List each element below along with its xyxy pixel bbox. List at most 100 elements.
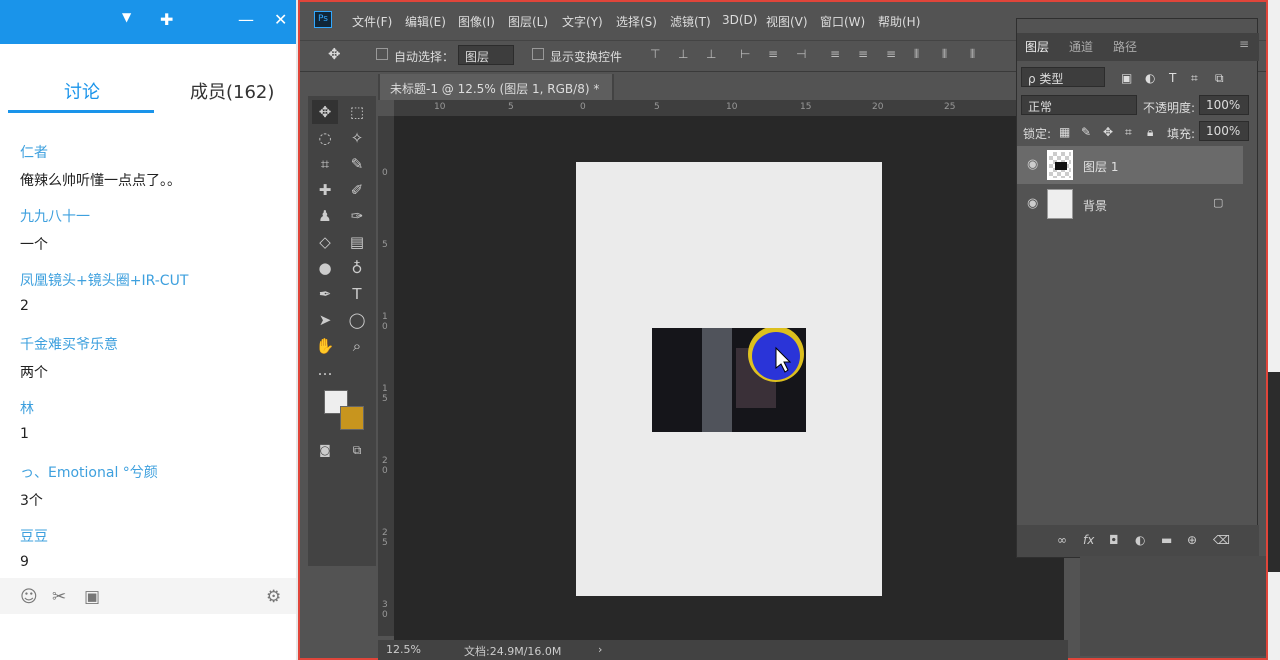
align-bottom-icon[interactable]: ⊥: [706, 47, 720, 61]
close-icon[interactable]: ✕: [274, 10, 287, 29]
auto-select-checkbox[interactable]: [376, 48, 388, 60]
marquee-icon[interactable]: ⬚: [344, 100, 370, 124]
magic-wand-icon[interactable]: ✧: [344, 126, 370, 150]
menu-filter[interactable]: 滤镜(T): [670, 13, 711, 30]
scissors-icon[interactable]: ✂: [52, 587, 66, 607]
blur-icon[interactable]: ●: [312, 256, 338, 280]
fx-icon[interactable]: fx: [1083, 533, 1094, 547]
distribute-vcenter-icon[interactable]: ≡: [858, 47, 872, 61]
lock-position-icon[interactable]: ✥: [1103, 125, 1113, 139]
crop-icon[interactable]: ⌗: [312, 152, 338, 176]
layer-row[interactable]: ◉ 图层 1: [1017, 146, 1243, 184]
brush-icon[interactable]: ✐: [344, 178, 370, 202]
chat-input-area[interactable]: [0, 614, 296, 660]
filter-type-icon[interactable]: T: [1169, 71, 1176, 85]
distribute-top-icon[interactable]: ≡: [830, 47, 844, 61]
dropdown-icon[interactable]: ▼: [122, 10, 131, 24]
chevron-right-icon[interactable]: ›: [598, 643, 602, 656]
distribute-left-icon[interactable]: ⫴: [914, 47, 928, 61]
align-hcenter-icon[interactable]: ≡: [768, 47, 782, 61]
menu-edit[interactable]: 编辑(E): [405, 13, 446, 30]
quick-mask-icon[interactable]: ◙: [312, 438, 338, 462]
folder-icon[interactable]: ▬: [1161, 533, 1172, 547]
distribute-bottom-icon[interactable]: ≡: [886, 47, 900, 61]
zoom-icon[interactable]: ⌕: [344, 334, 370, 358]
menu-type[interactable]: 文字(Y): [562, 13, 603, 30]
message-sender[interactable]: 千金难买爷乐意: [20, 334, 118, 354]
message-sender[interactable]: 豆豆: [20, 526, 48, 546]
auto-select-dropdown[interactable]: 图层: [458, 45, 514, 65]
mask-icon[interactable]: ◘: [1109, 533, 1119, 547]
menu-image[interactable]: 图像(I): [458, 13, 495, 30]
minimize-icon[interactable]: —: [238, 10, 254, 29]
message-sender[interactable]: 仁者: [20, 142, 48, 162]
eraser-icon[interactable]: ◇: [312, 230, 338, 254]
history-brush-icon[interactable]: ✑: [344, 204, 370, 228]
gear-icon[interactable]: ⚙: [266, 587, 281, 607]
type-icon[interactable]: T: [344, 282, 370, 306]
visibility-eye-icon[interactable]: ◉: [1027, 157, 1038, 172]
gradient-icon[interactable]: ▤: [344, 230, 370, 254]
message-sender[interactable]: 九九八十一: [20, 206, 90, 226]
zoom-level[interactable]: 12.5%: [386, 643, 421, 656]
background-color-swatch[interactable]: [340, 406, 364, 430]
blend-mode-dropdown[interactable]: 正常: [1021, 95, 1137, 115]
document-tab[interactable]: 未标题-1 @ 12.5% (图层 1, RGB/8) * ×: [380, 74, 612, 111]
filter-adjust-icon[interactable]: ◐: [1145, 71, 1155, 85]
tab-discuss[interactable]: 讨论: [64, 78, 100, 104]
eyedropper-icon[interactable]: ✎: [344, 152, 370, 176]
dodge-icon[interactable]: ♁: [344, 256, 370, 280]
filter-pixel-icon[interactable]: ▣: [1121, 71, 1132, 85]
hand-icon[interactable]: ✋: [312, 334, 338, 358]
path-select-icon[interactable]: ➤: [312, 308, 338, 332]
move-icon[interactable]: ✥: [312, 100, 338, 124]
message-sender[interactable]: 凤凰镜头+镜头圈+IR-CUT: [20, 270, 188, 290]
align-left-icon[interactable]: ⊢: [740, 47, 754, 61]
menu-file[interactable]: 文件(F): [352, 13, 392, 30]
tab-paths[interactable]: 路径: [1113, 38, 1137, 55]
message-sender[interactable]: っ、Emotional °兮颜: [20, 462, 158, 482]
opacity-input[interactable]: 100%: [1199, 95, 1249, 115]
layer-image[interactable]: [652, 326, 806, 432]
lock-transparent-icon[interactable]: ▦: [1059, 125, 1070, 139]
align-right-icon[interactable]: ⊣: [796, 47, 810, 61]
lock-artboard-icon[interactable]: ⌗: [1125, 125, 1132, 140]
layer-filter-dropdown[interactable]: ρ 类型: [1021, 67, 1105, 87]
fill-input[interactable]: 100%: [1199, 121, 1249, 141]
align-top-icon[interactable]: ⊤: [650, 47, 664, 61]
emoji-icon[interactable]: ☺: [20, 587, 38, 607]
ellipse-icon[interactable]: ◯: [344, 308, 370, 332]
link-icon[interactable]: ∞: [1057, 533, 1067, 547]
tab-members[interactable]: 成员(162): [190, 78, 274, 104]
lock-pixels-icon[interactable]: ✎: [1081, 125, 1091, 139]
menu-help[interactable]: 帮助(H): [878, 13, 920, 30]
tab-layers[interactable]: 图层: [1025, 38, 1049, 55]
move-tool-icon[interactable]: ✥: [328, 45, 341, 63]
align-vcenter-icon[interactable]: ⊥: [678, 47, 692, 61]
show-transform-checkbox[interactable]: [532, 48, 544, 60]
lasso-icon[interactable]: ◌: [312, 126, 338, 150]
screen-mode-icon[interactable]: ⧉: [344, 438, 370, 462]
stamp-icon[interactable]: ♟: [312, 204, 338, 228]
adjustment-icon[interactable]: ◐: [1135, 533, 1145, 547]
panel-menu-icon[interactable]: ≡: [1239, 37, 1249, 51]
menu-view[interactable]: 视图(V): [766, 13, 808, 30]
filter-shape-icon[interactable]: ⌗: [1191, 71, 1198, 86]
layer-name[interactable]: 图层 1: [1083, 158, 1118, 175]
lock-all-icon[interactable]: 🔒︎: [1147, 125, 1153, 140]
menu-3d[interactable]: 3D(D): [722, 13, 757, 27]
filter-smart-icon[interactable]: ⧉: [1215, 71, 1224, 86]
visibility-eye-icon[interactable]: ◉: [1027, 196, 1038, 211]
menu-layer[interactable]: 图层(L): [508, 13, 548, 30]
distribute-right-icon[interactable]: ⫴: [970, 47, 984, 61]
trash-icon[interactable]: ⌫: [1213, 533, 1230, 547]
layer-row[interactable]: ◉ 背景 ▢: [1017, 185, 1243, 223]
message-sender[interactable]: 林: [20, 398, 34, 418]
pen-icon[interactable]: ✒: [312, 282, 338, 306]
menu-select[interactable]: 选择(S): [616, 13, 657, 30]
more-tools-icon[interactable]: …: [312, 358, 338, 382]
layer-name[interactable]: 背景: [1083, 197, 1107, 214]
tab-channels[interactable]: 通道: [1069, 38, 1093, 55]
image-icon[interactable]: ▣: [84, 587, 100, 607]
pin-icon[interactable]: ✚: [160, 10, 173, 29]
